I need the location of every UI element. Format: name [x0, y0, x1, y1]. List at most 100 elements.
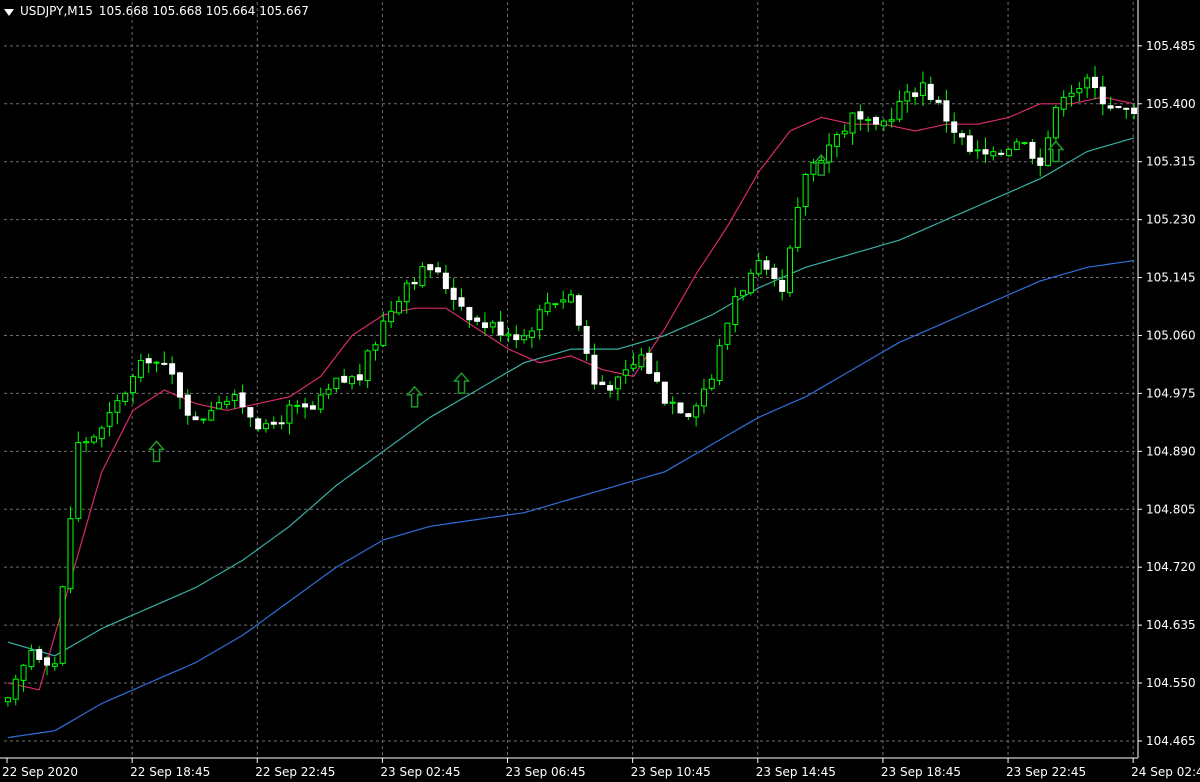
candle-body-up — [200, 418, 207, 421]
candle-body-down — [458, 297, 465, 307]
candle-body-down — [239, 392, 246, 408]
candle-body-up — [833, 133, 840, 147]
candle — [341, 368, 348, 384]
candle — [974, 140, 981, 160]
candle-body-up — [28, 650, 35, 668]
candle-body-up — [59, 586, 66, 664]
candle — [708, 374, 715, 391]
candle-body-up — [106, 412, 113, 427]
candle-body-up — [740, 290, 747, 297]
candle-body-up — [849, 112, 856, 134]
candle — [435, 261, 442, 275]
candle — [951, 112, 958, 144]
candle — [145, 353, 152, 373]
candle-body-down — [427, 264, 434, 271]
candle-body-up — [755, 260, 762, 275]
candle — [1091, 65, 1098, 100]
candle-body-up — [568, 294, 574, 303]
candle — [388, 300, 395, 329]
candle — [333, 377, 340, 393]
candle-body-up — [622, 369, 629, 376]
candle — [122, 391, 129, 406]
candle — [83, 436, 90, 453]
candle-body-up — [388, 310, 395, 323]
candle-body-up — [286, 404, 293, 424]
candle-body-up — [75, 442, 82, 519]
candle-body-up — [349, 376, 356, 385]
candle-body-down — [255, 418, 262, 430]
candle — [442, 264, 449, 295]
candle — [740, 290, 747, 301]
candle — [12, 674, 19, 706]
candle — [998, 149, 1005, 157]
candle-body-up — [716, 345, 723, 381]
candle-body-up — [724, 322, 731, 345]
candle-body-up — [794, 206, 801, 248]
candle-body-down — [677, 402, 684, 414]
candle — [372, 341, 379, 361]
candle — [544, 292, 551, 316]
candle — [786, 244, 793, 297]
candle — [208, 401, 215, 422]
x-tick-label: 23 Sep 02:45 — [380, 765, 460, 779]
candle — [560, 290, 567, 309]
candle — [247, 407, 254, 428]
y-tick-label: 104.635 — [1146, 618, 1196, 632]
candle-body-up — [1068, 92, 1075, 97]
candle-body-down — [654, 372, 661, 382]
candle — [364, 349, 371, 389]
y-tick-label: 104.975 — [1146, 386, 1196, 400]
candle-body-up — [372, 344, 379, 351]
y-tick-label: 105.315 — [1146, 155, 1196, 169]
candle-body-down — [497, 321, 504, 336]
candle — [395, 296, 402, 316]
candle-body-up — [896, 100, 903, 120]
candle — [161, 351, 168, 366]
y-tick-label: 104.890 — [1146, 444, 1196, 458]
candle-body-down — [857, 111, 864, 120]
candle-body-up — [865, 118, 872, 122]
candle-body-up — [83, 441, 90, 444]
candle — [474, 315, 481, 325]
candle-body-up — [810, 161, 817, 175]
candle — [716, 338, 723, 386]
candle — [59, 585, 66, 666]
candle — [505, 327, 512, 343]
candle-body-down — [685, 413, 692, 417]
candle — [568, 289, 574, 304]
candle-body-down — [247, 407, 254, 418]
x-tick-label: 24 Sep 02:45 — [1131, 765, 1200, 779]
candle — [1052, 105, 1059, 144]
candle-body-down — [575, 295, 582, 326]
y-tick-label: 105.145 — [1146, 271, 1196, 285]
candle-body-up — [122, 392, 129, 402]
candle — [1084, 73, 1091, 98]
candle — [857, 104, 864, 131]
candle-body-down — [661, 381, 668, 404]
candle-body-down — [302, 403, 309, 408]
candle-body-down — [450, 287, 457, 300]
candle-body-down — [442, 272, 449, 290]
candle — [755, 252, 762, 278]
candle — [130, 373, 137, 404]
candle-body-down — [481, 322, 488, 329]
candle — [677, 402, 684, 414]
candle — [826, 133, 833, 174]
candle-body-down — [356, 374, 363, 381]
candle — [176, 371, 183, 410]
candle-body-down — [966, 135, 973, 152]
candle — [192, 411, 199, 421]
candle — [411, 277, 418, 290]
candle-body-up — [294, 404, 301, 407]
candle-body-down — [912, 92, 919, 97]
candle — [693, 402, 700, 427]
candle — [763, 255, 770, 276]
candle — [44, 655, 51, 676]
candle-body-down — [176, 372, 183, 398]
price-chart[interactable]: 105.485 105.400 105.315 105.230 105.145 105.0… — [0, 0, 1200, 782]
candle-body-down — [943, 100, 950, 122]
y-tick-label: 105.400 — [1146, 97, 1196, 111]
candle — [591, 343, 598, 390]
moving-averages — [7, 96, 1135, 739]
candle — [841, 123, 848, 139]
